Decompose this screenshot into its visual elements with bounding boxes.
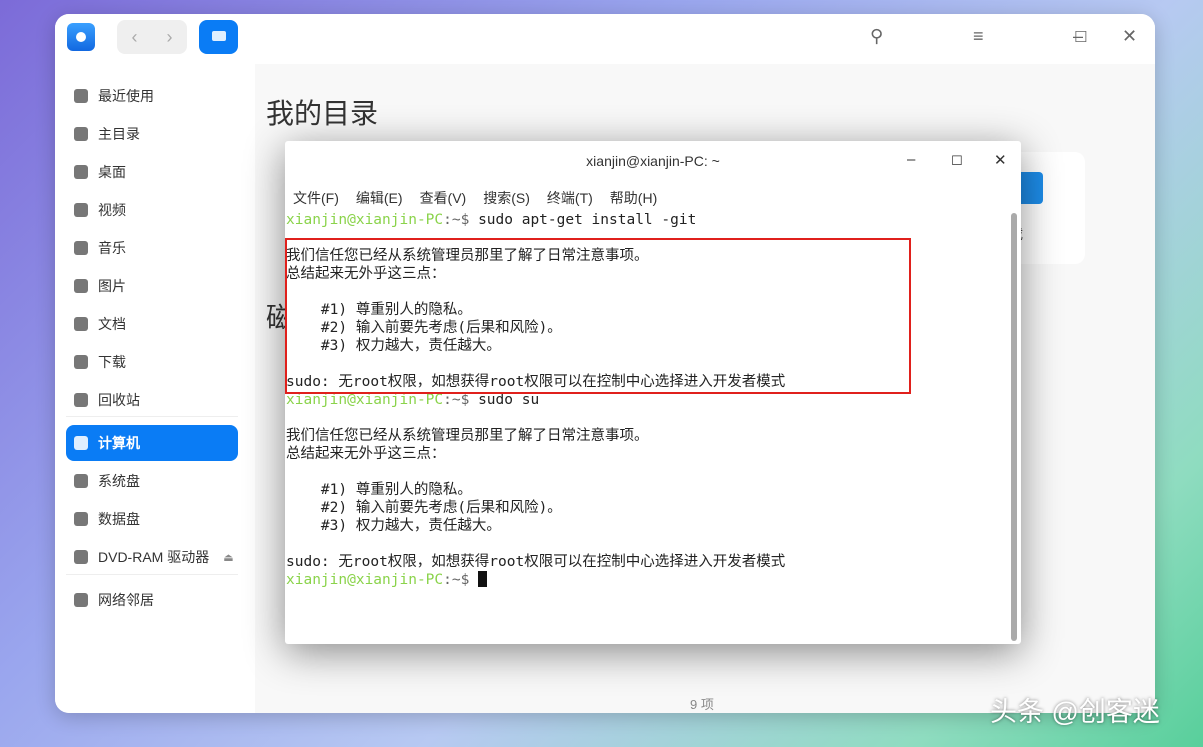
output-line: [286, 463, 785, 481]
forward-button[interactable]: ›: [152, 20, 187, 54]
sidebar-item[interactable]: 数据盘: [66, 501, 238, 537]
menu-terminal[interactable]: 终端(T): [547, 188, 593, 208]
terminal-window: xianjin@xianjin-PC: ~ – ☐ ✕ 文件(F) 编辑(E) …: [285, 141, 1021, 644]
sidebar-item-label: 主目录: [98, 124, 140, 144]
picture-icon: [74, 279, 88, 293]
command: sudo su: [478, 392, 539, 408]
sidebar-item[interactable]: 主目录: [66, 116, 238, 152]
sidebar-item-label: 系统盘: [98, 471, 140, 491]
sidebar-item[interactable]: 网络邻居: [66, 582, 238, 618]
sidebar-item-label: 下载: [98, 352, 126, 372]
output-line: [286, 535, 785, 553]
menu-icon[interactable]: ≡: [973, 26, 984, 47]
prompt-path: :~$: [443, 212, 478, 228]
watermark: 头条 @创客迷: [990, 690, 1160, 729]
prompt-path: :~$: [443, 392, 478, 408]
menu-file[interactable]: 文件(F): [293, 188, 339, 208]
sidebar: 最近使用主目录桌面视频音乐图片文档下载回收站计算机系统盘数据盘 DVD-RAM 驱…: [55, 64, 255, 713]
output-line: sudo: 无root权限，如想获得root权限可以在控制中心选择进入开发者模式: [286, 553, 785, 571]
cursor: [478, 571, 487, 587]
eject-icon[interactable]: ⏏: [223, 551, 233, 564]
output-line: 总结起来无外乎这三点：: [286, 445, 785, 463]
disk-icon: [74, 512, 88, 526]
menu-edit[interactable]: 编辑(E): [356, 188, 403, 208]
trash-icon: [74, 393, 88, 407]
terminal-close-icon[interactable]: ✕: [994, 151, 1007, 169]
network-icon: [74, 593, 88, 607]
document-icon: [74, 317, 88, 331]
sidebar-item-label: 音乐: [98, 238, 126, 258]
prompt-user: xianjin@xianjin-PC: [286, 572, 443, 588]
video-icon: [74, 203, 88, 217]
sidebar-item[interactable]: 回收站: [66, 382, 238, 418]
command: sudo apt-get install -git: [478, 212, 696, 228]
menu-help[interactable]: 帮助(H): [610, 188, 657, 208]
maximize-icon[interactable]: ☐: [1074, 28, 1087, 46]
menu-view[interactable]: 查看(V): [420, 188, 467, 208]
sidebar-item-label: 桌面: [98, 162, 126, 182]
sidebar-item[interactable]: 音乐: [66, 230, 238, 266]
sidebar-item[interactable]: 桌面: [66, 154, 238, 190]
terminal-minimize-icon[interactable]: –: [907, 151, 915, 168]
menu-search[interactable]: 搜索(S): [483, 188, 530, 208]
sidebar-item[interactable]: 计算机: [66, 425, 238, 461]
sidebar-item[interactable]: 图片: [66, 268, 238, 304]
disk-icon: [74, 474, 88, 488]
scrollbar[interactable]: [1011, 213, 1017, 641]
output-line: #1) 尊重别人的隐私。: [286, 481, 785, 499]
divider: [66, 574, 238, 575]
sidebar-item[interactable]: 系统盘: [66, 463, 238, 499]
page-title: 我的目录: [266, 92, 378, 132]
search-icon[interactable]: ⚲: [870, 26, 883, 47]
app-logo-icon: [67, 23, 95, 51]
download-icon: [74, 355, 88, 369]
sidebar-item-label: 图片: [98, 276, 126, 296]
prompt-user: xianjin@xianjin-PC: [286, 392, 443, 408]
terminal-line: xianjin@xianjin-PC:~$ sudo apt-get insta…: [286, 211, 785, 229]
close-icon[interactable]: ✕: [1122, 26, 1137, 47]
sidebar-item[interactable]: 下载: [66, 344, 238, 380]
sidebar-item-label: 数据盘: [98, 509, 140, 529]
prompt-user: xianjin@xianjin-PC: [286, 212, 443, 228]
output-line: #3) 权力越大，责任越大。: [286, 517, 785, 535]
sidebar-item-label: 视频: [98, 200, 126, 220]
back-button[interactable]: ‹: [117, 20, 152, 54]
sidebar-item[interactable]: 最近使用: [66, 78, 238, 114]
highlight-box: [285, 238, 911, 394]
music-icon: [74, 241, 88, 255]
sidebar-item[interactable]: 视频: [66, 192, 238, 228]
home-icon: [74, 127, 88, 141]
prompt-path: :~$: [443, 572, 478, 588]
sidebar-item[interactable]: 文档: [66, 306, 238, 342]
dvd-icon: [74, 550, 88, 564]
sidebar-item-label: DVD-RAM 驱动器: [98, 547, 209, 567]
sidebar-item-label: 文档: [98, 314, 126, 334]
desktop-icon: [74, 165, 88, 179]
sidebar-item-label: 最近使用: [98, 86, 154, 106]
terminal-maximize-icon[interactable]: ☐: [951, 153, 963, 169]
item-count: 9 项: [690, 694, 714, 713]
sidebar-item-label: 网络邻居: [98, 590, 154, 610]
sidebar-item[interactable]: DVD-RAM 驱动器 ⏏: [66, 539, 238, 575]
nav-buttons: ‹ ›: [117, 20, 187, 54]
sidebar-item-label: 计算机: [98, 433, 140, 453]
terminal-menubar: 文件(F) 编辑(E) 查看(V) 搜索(S) 终端(T) 帮助(H): [293, 188, 657, 208]
terminal-line: xianjin@xianjin-PC:~$: [286, 571, 785, 589]
titlebar: ‹ › ⚲ ≡ – ☐ ✕: [55, 14, 1155, 64]
computer-icon: [74, 436, 88, 450]
output-line: #2) 输入前要先考虑(后果和风险)。: [286, 499, 785, 517]
sidebar-item-label: 回收站: [98, 390, 140, 410]
computer-view-button[interactable]: [199, 20, 238, 54]
divider: [66, 416, 238, 417]
clock-icon: [74, 89, 88, 103]
output-line: 我们信任您已经从系统管理员那里了解了日常注意事项。: [286, 427, 785, 445]
